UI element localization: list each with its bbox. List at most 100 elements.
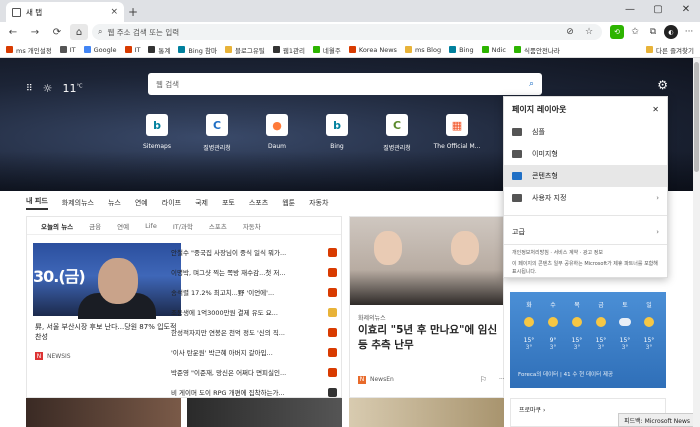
- feed-tab[interactable]: 내 피드: [26, 196, 48, 210]
- forecast-day[interactable]: 일 15° 3°: [638, 300, 660, 351]
- headline-item[interactable]: 송석렬 17.2% 최고치...野 '이언에'...: [171, 282, 337, 302]
- home-button[interactable]: ⌂: [70, 24, 88, 40]
- feed-tab[interactable]: 연예: [135, 198, 148, 208]
- forecast-day[interactable]: 금 15° 3°: [590, 300, 612, 351]
- policy-links[interactable]: 개인정보처리방침 · 서비스 계약 · 광고 정보: [504, 247, 667, 258]
- feed-tab[interactable]: 포토: [222, 198, 235, 208]
- browser-tab[interactable]: 새 탭 ×: [6, 2, 124, 22]
- quick-link-tile[interactable]: b Sitemaps: [130, 114, 184, 152]
- layout-option[interactable]: 사용자 지정 ›: [504, 187, 667, 209]
- favorite-star-icon[interactable]: ☆: [582, 25, 596, 39]
- bookmark-item[interactable]: 식품안전나라: [513, 45, 560, 55]
- headline-item[interactable]: 조동생에 1억3000만원 결제 유도 요...: [171, 302, 337, 322]
- other-favorites[interactable]: 다른 즐겨찾기: [646, 45, 694, 55]
- weather-widget[interactable]: ⠿ ☼ 11°C: [26, 82, 82, 95]
- news-subtab[interactable]: Life: [145, 222, 157, 230]
- web-search-box[interactable]: 웹 검색 ⌕: [148, 73, 542, 95]
- bookmark-item[interactable]: 통계: [148, 45, 170, 55]
- address-bar[interactable]: ⌕ 웹 주소 검색 또는 입력 ⊘ ☆: [92, 24, 602, 40]
- bookmark-icon[interactable]: ⚐: [480, 375, 487, 384]
- headline-item[interactable]: 한성적자지만 연봉은 천억 정도 '신의 직...: [171, 322, 337, 342]
- quick-link-tile[interactable]: C 질병관리청: [370, 114, 424, 152]
- apps-grid-icon[interactable]: ⠿: [26, 84, 33, 94]
- advanced-option[interactable]: 고급 ›: [504, 222, 667, 242]
- minimize-button[interactable]: —: [616, 0, 644, 22]
- news-subtab[interactable]: 연예: [117, 221, 129, 231]
- forward-button[interactable]: →: [26, 24, 44, 40]
- bookmark-item[interactable]: 블로그유틸: [224, 45, 265, 55]
- page-scrollbar[interactable]: [693, 58, 700, 427]
- bookmark-item[interactable]: Google: [83, 46, 117, 54]
- bookmark-item[interactable]: Bing: [449, 46, 474, 54]
- quick-link-tile[interactable]: ● Daum: [250, 114, 304, 152]
- feed-tab[interactable]: 국제: [195, 198, 208, 208]
- quick-link-tile[interactable]: ▦ The Official M...: [430, 114, 484, 152]
- featured-article[interactable]: 화제의뉴스 이효리 "5년 후 만나요"에 임신 등 추측 난무 N NewsE…: [349, 216, 505, 398]
- feed-tab[interactable]: 라이프: [162, 198, 181, 208]
- feed-tab[interactable]: 화제의뉴스: [62, 198, 94, 208]
- day-name: 토: [622, 302, 628, 309]
- bottom-tile-3[interactable]: [349, 398, 504, 427]
- news-subtab[interactable]: 금융: [89, 221, 101, 231]
- feedback-button[interactable]: 피드백: Microsoft News: [618, 413, 696, 427]
- news-subtab[interactable]: IT/과학: [173, 221, 193, 231]
- popup-close-icon[interactable]: ✕: [652, 105, 659, 114]
- headline-item[interactable]: '이사 탄운원' 박근혜 아버지 갈아입...: [171, 342, 337, 362]
- forecast-day[interactable]: 목 15° 3°: [566, 300, 588, 351]
- layout-option[interactable]: 심플: [504, 121, 667, 143]
- feed-tab[interactable]: 스포츠: [249, 198, 268, 208]
- featured-title[interactable]: 이효리 "5년 후 만나요"에 임신 등 추측 난무: [358, 323, 498, 353]
- layout-option[interactable]: 콘텐츠형: [504, 165, 667, 187]
- bookmark-item[interactable]: ms Blog: [404, 46, 441, 54]
- more-menu-icon[interactable]: ···: [682, 25, 696, 39]
- close-window-button[interactable]: ✕: [672, 0, 700, 22]
- headline-text: 안철수 "중국집 사장님이 중식 일식 뭐가...: [171, 249, 287, 257]
- bottom-tile-2[interactable]: [187, 398, 342, 427]
- collections-icon[interactable]: ⧉: [646, 25, 660, 39]
- forecast-day[interactable]: 토 15° 3°: [614, 300, 636, 351]
- headline-item[interactable]: 이명박, 며그샷 찍는 쪽방 재수감...첫 저...: [171, 262, 337, 282]
- bookmark-item[interactable]: Ndic: [481, 46, 506, 54]
- news-subtab[interactable]: 오늘의 뉴스: [41, 221, 73, 231]
- forecast-day[interactable]: 수 9° 3°: [542, 300, 564, 351]
- web-search-input[interactable]: 웹 검색: [156, 79, 529, 90]
- weather-forecast[interactable]: 화 15° 3° 수 9° 3° 목 15° 3° 금 15° 3° 토 15° 3° 일 15° 3° Fore…: [510, 292, 666, 388]
- maximize-button[interactable]: ▢: [644, 0, 672, 22]
- extension-icon[interactable]: ⟲: [610, 25, 624, 39]
- lead-news-title[interactable]: 昇, 서울 부산시장 후보 난다...당원 87% 입도적 찬성: [35, 322, 181, 342]
- bottom-tile-1[interactable]: [26, 398, 181, 427]
- gear-icon[interactable]: ⚙: [657, 78, 668, 92]
- headline-item[interactable]: 박준영 "이준재, 망신은 어쩌다 면피실인...: [171, 362, 337, 382]
- layout-option[interactable]: 이미지형: [504, 143, 667, 165]
- more-icon[interactable]: ···: [499, 376, 505, 383]
- feed-tab[interactable]: 웹툰: [282, 198, 295, 208]
- bookmark-item[interactable]: IT: [124, 46, 140, 54]
- quick-link-tile[interactable]: b Bing: [310, 114, 364, 152]
- bookmark-item[interactable]: 네월주: [312, 45, 341, 55]
- feed-tab[interactable]: 자동차: [309, 198, 328, 208]
- news-subtab[interactable]: 자동차: [243, 221, 261, 231]
- tracking-icon[interactable]: ⊘: [563, 25, 577, 39]
- featured-article-image[interactable]: [350, 217, 503, 305]
- tab-close-button[interactable]: ×: [110, 7, 118, 17]
- bookmark-item[interactable]: 웹1관리: [272, 45, 305, 55]
- lead-news-image[interactable]: 30.(금): [33, 243, 181, 319]
- back-button[interactable]: ←: [4, 24, 22, 40]
- address-input[interactable]: 웹 주소 검색 또는 입력: [107, 27, 558, 38]
- scrollbar-thumb[interactable]: [694, 62, 699, 172]
- low-temp: 3°: [621, 344, 629, 351]
- bookmark-item[interactable]: ms 개인설정: [6, 45, 52, 55]
- profile-avatar[interactable]: ◐: [664, 25, 678, 39]
- feed-tab[interactable]: 뉴스: [108, 198, 121, 208]
- quick-link-tile[interactable]: C 질병관리청: [190, 114, 244, 152]
- bookmark-item[interactable]: Bing 참마: [178, 45, 217, 55]
- search-icon[interactable]: ⌕: [529, 79, 534, 89]
- forecast-day[interactable]: 화 15° 3°: [518, 300, 540, 351]
- news-subtab[interactable]: 스포츠: [209, 221, 227, 231]
- new-tab-button[interactable]: +: [124, 2, 142, 22]
- bookmark-item[interactable]: Korea News: [348, 46, 397, 54]
- refresh-button[interactable]: ⟳: [48, 24, 66, 40]
- favorites-icon[interactable]: ✩: [628, 25, 642, 39]
- headline-item[interactable]: 안철수 "중국집 사장님이 중식 일식 뭐가...: [171, 242, 337, 262]
- bookmark-item[interactable]: IT: [59, 46, 76, 54]
